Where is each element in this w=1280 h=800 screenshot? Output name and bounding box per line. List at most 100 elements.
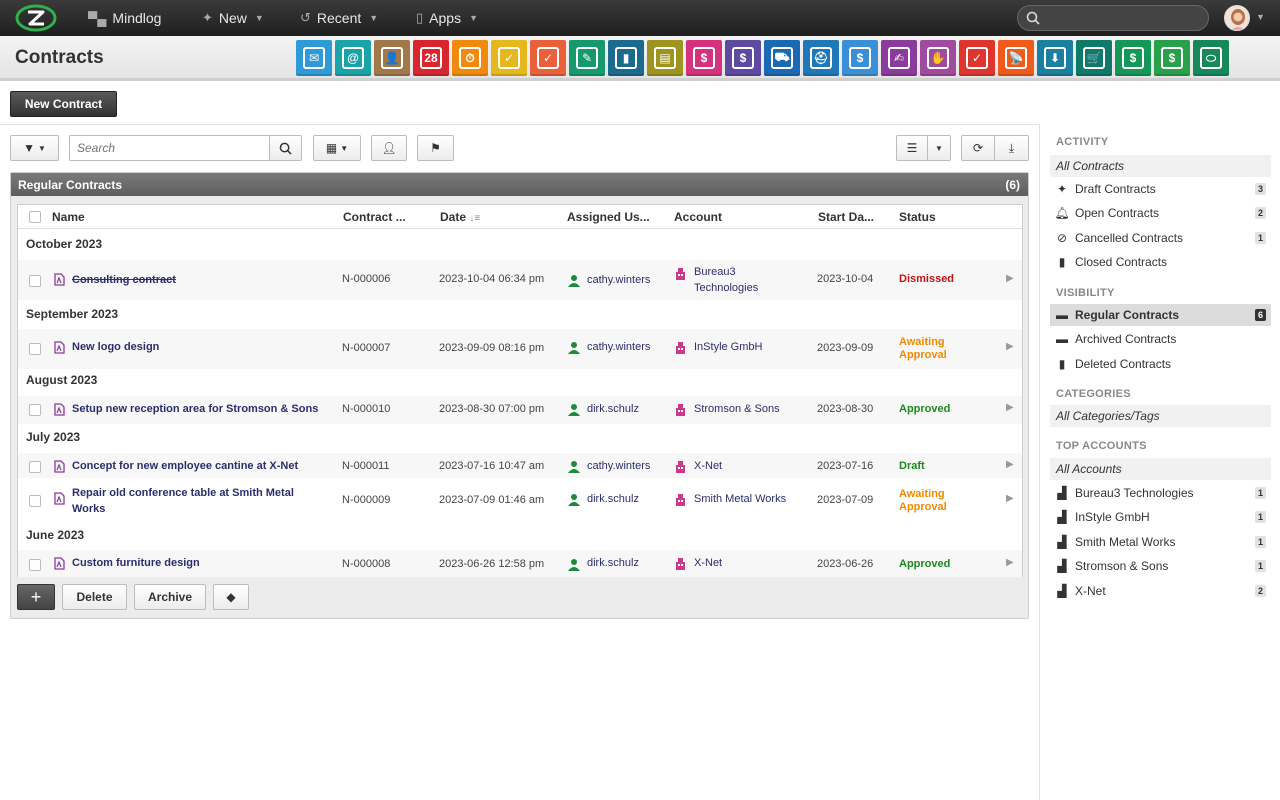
column-contract[interactable]: Contract ... [343,210,406,224]
sidebar-item-all-accounts[interactable]: All Accounts [1050,458,1271,480]
contract-name-link[interactable]: Custom furniture design [72,555,337,571]
app-tile-deals[interactable]: ✋ [920,40,956,76]
app-tile-cash[interactable]: $ [1115,40,1151,76]
sidebar-item-open[interactable]: 🔔︎ Open Contracts 2 [1050,202,1271,224]
tag-button[interactable]: ◆ [213,584,249,610]
sidebar-item-all-categories[interactable]: All Categories/Tags [1050,405,1271,427]
row-checkbox[interactable] [29,559,41,571]
row-checkbox[interactable] [29,404,41,416]
assigned-user-link[interactable]: dirk.schulz [587,401,639,417]
column-account[interactable]: Account [674,210,722,224]
select-all-checkbox[interactable] [29,211,41,223]
app-tile-contracts[interactable]: ✍ [881,40,917,76]
sidebar-item-all-contracts[interactable]: All Contracts [1050,155,1271,177]
flag-icon[interactable]: ▶ [1006,273,1014,284]
app-tile-support[interactable]: ⛑ [803,40,839,76]
app-tile-pricing[interactable]: $ [1154,40,1190,76]
account-link[interactable]: Stromson & Sons [694,401,780,417]
app-tile-projects[interactable]: ✓ [530,40,566,76]
app-tile-email[interactable]: ✉ [296,40,332,76]
account-link[interactable]: Bureau3 Technologies [694,264,758,296]
app-tile-downloads[interactable]: ⬇ [1037,40,1073,76]
contract-name-link[interactable]: Setup new reception area for Stromson & … [72,401,352,417]
flag-icon[interactable]: ▶ [1006,493,1014,504]
search-input[interactable] [69,135,270,161]
row-checkbox[interactable] [29,275,41,287]
sidebar-item-account[interactable]: ▟ Stromson & Sons 1 [1050,555,1271,577]
account-link[interactable]: X-Net [694,458,722,474]
chevron-down-icon[interactable]: ▼ [1256,12,1265,22]
app-logo[interactable] [14,4,58,32]
sidebar-item-account[interactable]: ▟ InStyle GmbH 1 [1050,506,1271,528]
app-tile-money-bag[interactable]: $ [842,40,878,76]
assigned-user-link[interactable]: cathy.winters [587,272,650,288]
avatar[interactable] [1224,5,1250,31]
sidebar-item-account[interactable]: ▟ Bureau3 Technologies 1 [1050,482,1271,504]
app-tile-timer[interactable]: ⏱ [452,40,488,76]
app-tile-delivery[interactable]: ⛟ [764,40,800,76]
assigned-user-link[interactable]: cathy.winters [587,458,650,474]
flag-icon[interactable]: ▶ [1006,402,1014,413]
app-tile-invoices[interactable]: ✓ [959,40,995,76]
flag-filter-button[interactable]: ⚑ [417,135,454,161]
column-status[interactable]: Status [899,210,936,224]
app-tile-finance[interactable]: $ [725,40,761,76]
view-options-dropdown[interactable]: ▼ [928,135,951,161]
flag-icon[interactable]: ▶ [1006,557,1014,568]
sidebar-item-cancelled[interactable]: ⊘ Cancelled Contracts 1 [1050,227,1271,249]
flag-icon[interactable]: ▶ [1006,341,1014,352]
app-tile-calendar[interactable]: 28 [413,40,449,76]
app-tile-address-book[interactable]: 👤 [374,40,410,76]
global-search-input[interactable] [1017,5,1209,31]
column-start-date[interactable]: Start Da... [818,210,874,224]
app-tile-tasks[interactable]: ✓ [491,40,527,76]
contract-name-link[interactable]: Concept for new employee cantine at X-Ne… [72,458,352,474]
new-contract-button[interactable]: New Contract [10,91,117,117]
app-tile-reception[interactable]: $ [686,40,722,76]
column-name[interactable]: Name [52,210,85,224]
app-tile-database[interactable]: ⬭ [1193,40,1229,76]
assigned-user-link[interactable]: cathy.winters [587,339,650,355]
refresh-button[interactable]: ⟳ [961,135,995,161]
row-checkbox[interactable] [29,495,41,507]
topnav-mindlog[interactable]: ▀▄ Mindlog [88,0,161,36]
assigned-user-link[interactable]: dirk.schulz [587,491,639,507]
flag-icon[interactable]: ▶ [1006,459,1014,470]
search-button[interactable] [269,135,302,161]
sidebar-item-draft[interactable]: ✦ Draft Contracts 3 [1050,178,1271,200]
table-row[interactable]: Consulting contract N-000006 2023-10-04 … [18,260,1022,300]
sidebar-item-account[interactable]: ▟ Smith Metal Works 1 [1050,531,1271,553]
user-filter-button[interactable]: 👤︎ [371,135,407,161]
row-checkbox[interactable] [29,343,41,355]
add-button[interactable]: + [17,584,55,610]
export-button[interactable]: ⤓ [995,135,1029,161]
table-row[interactable]: Repair old conference table at Smith Met… [18,481,1022,521]
app-tile-shop[interactable]: 🛒 [1076,40,1112,76]
app-tile-documents[interactable]: ▤ [647,40,683,76]
sidebar-item-deleted[interactable]: ▮ Deleted Contracts [1050,353,1271,375]
table-row[interactable]: Setup new reception area for Stromson & … [18,396,1022,424]
column-date[interactable]: Date ↓≡ [440,210,480,224]
app-tile-broadcast[interactable]: 📡 [998,40,1034,76]
sidebar-item-account[interactable]: ▟ X-Net 2 [1050,580,1271,602]
app-tile-notes[interactable]: ✎ [569,40,605,76]
sidebar-item-regular[interactable]: ▬ Regular Contracts 6 [1050,304,1271,326]
filter-dropdown-button[interactable]: ▼ ▼ [10,135,59,161]
topnav-recent[interactable]: ↺ Recent ▼ [300,0,378,36]
table-row[interactable]: Concept for new employee cantine at X-Ne… [18,453,1022,478]
archive-button[interactable]: Archive [134,584,206,610]
sidebar-item-closed[interactable]: ▮ Closed Contracts [1050,251,1271,273]
view-list-button[interactable]: ☰ [896,135,928,161]
app-tile-contacts-at[interactable]: @ [335,40,371,76]
contract-name-link[interactable]: New logo design [72,339,337,355]
assigned-user-link[interactable]: dirk.schulz [587,555,639,571]
row-checkbox[interactable] [29,461,41,473]
account-link[interactable]: X-Net [694,555,722,571]
topnav-new[interactable]: ✦ New ▼ [202,0,264,36]
delete-button[interactable]: Delete [62,584,127,610]
app-tile-bookmarks[interactable]: ▮ [608,40,644,76]
table-row[interactable]: Custom furniture design N-000008 2023-06… [18,550,1022,577]
date-filter-button[interactable]: ▦ ▼ [313,135,361,161]
sidebar-item-archived[interactable]: ▬ Archived Contracts [1050,328,1271,350]
account-link[interactable]: InStyle GmbH [694,339,762,355]
